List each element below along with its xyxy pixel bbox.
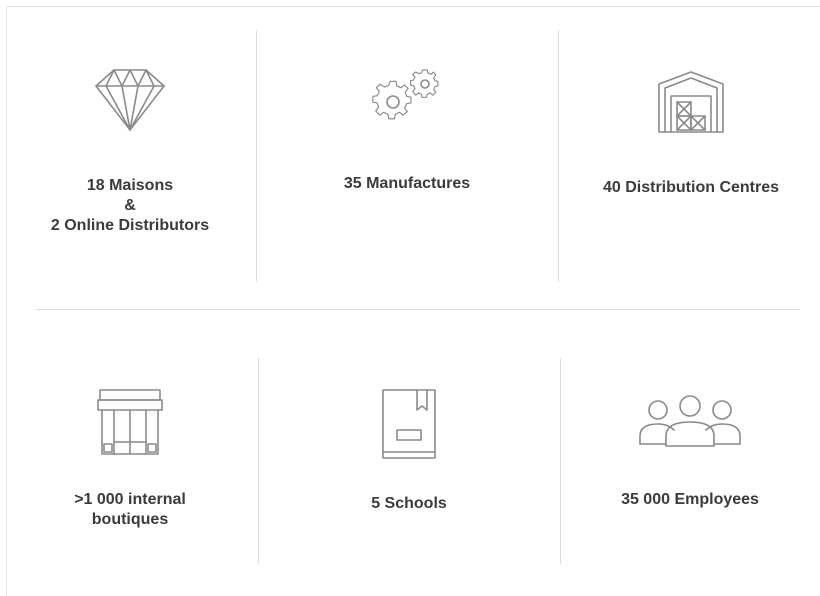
stat-schools: 5 Schools — [309, 386, 509, 514]
gears-icon — [372, 69, 439, 120]
warehouse-icon — [658, 71, 724, 133]
stat-label: >1 000 internal boutiques — [74, 491, 186, 528]
divider-vertical — [256, 30, 257, 282]
divider-vertical — [558, 30, 559, 282]
divider-horizontal — [36, 309, 800, 310]
divider-vertical — [258, 358, 259, 564]
stat-label: 5 Schools — [371, 495, 447, 512]
stat-label: 40 Distribution Centres — [602, 179, 780, 196]
stat-label: 18 Maisons & 2 Online Distributors — [50, 177, 210, 234]
diamond-icon — [95, 69, 165, 131]
boutique-icon — [97, 389, 163, 455]
divider-vertical — [560, 358, 561, 564]
stat-boutiques: >1 000 internal boutiques — [30, 386, 230, 530]
people-icon — [639, 395, 741, 447]
stat-label: 35 000 Employees — [621, 491, 759, 508]
stat-employees: 35 000 Employees — [580, 392, 800, 510]
stat-distribution-centres: 40 Distribution Centres — [579, 68, 803, 198]
stat-maisons: 18 Maisons & 2 Online Distributors — [30, 66, 230, 236]
stat-label: 35 Manufactures — [343, 175, 471, 192]
stat-manufactures: 35 Manufactures — [307, 64, 507, 194]
book-icon — [382, 389, 436, 459]
